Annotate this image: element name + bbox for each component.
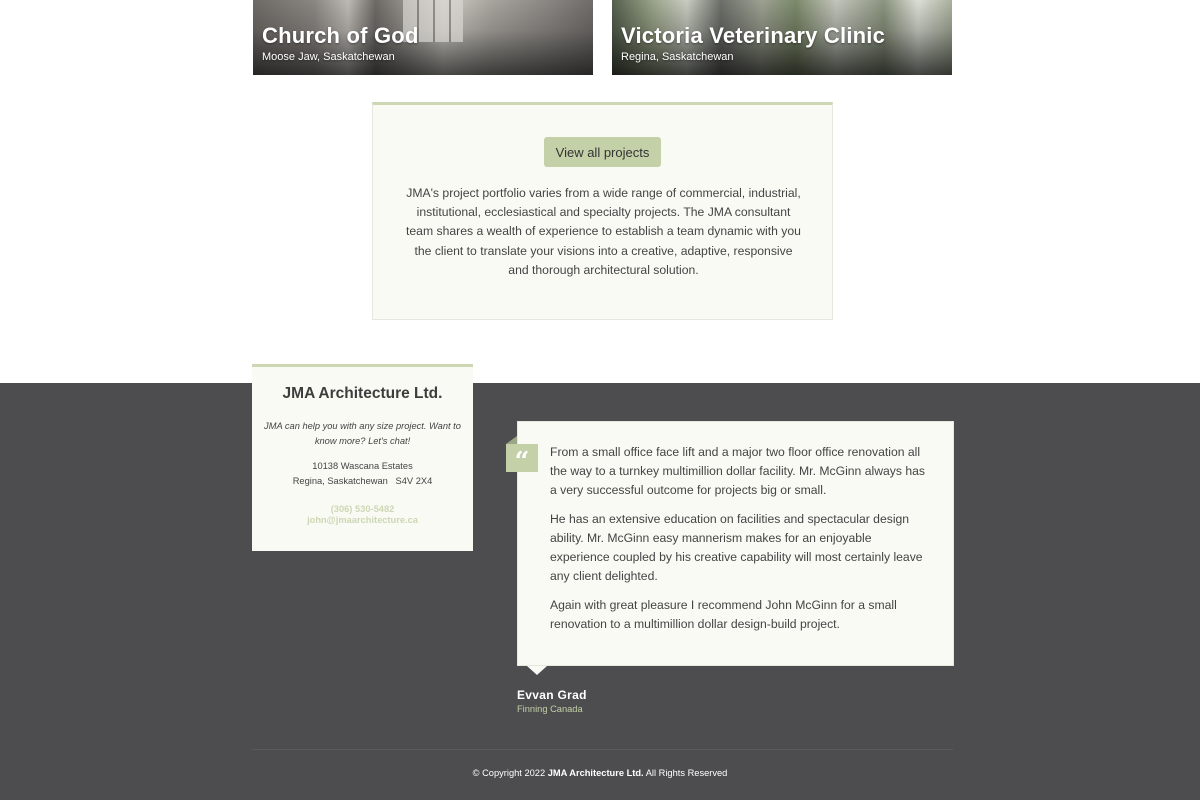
speech-bubble-tail: [527, 666, 547, 675]
testimonial-paragraph: From a small office face lift and a majo…: [550, 445, 926, 497]
copyright-suffix: All Rights Reserved: [645, 768, 728, 778]
project-title: Church of God: [262, 23, 419, 48]
email-link[interactable]: john@jmaarchitecture.ca: [252, 515, 473, 525]
testimonial-body: From a small office face lift and a majo…: [550, 443, 930, 634]
project-location: Regina, Saskatchewan: [621, 51, 734, 63]
portfolio-description: JMA's project portfolio varies from a wi…: [406, 186, 801, 277]
address-line-1: 10138 Wascana Estates: [312, 461, 413, 471]
quote-badge-fold: [506, 436, 517, 444]
copyright-company: JMA Architecture Ltd.: [547, 768, 644, 778]
address: 10138 Wascana Estates Regina, Saskatchew…: [252, 459, 473, 489]
testimonial-card: From a small office face lift and a majo…: [517, 421, 954, 666]
copyright: © Copyright 2022 JMA Architecture Ltd. A…: [0, 768, 1200, 778]
view-all-projects-button[interactable]: View all projects: [544, 137, 661, 167]
project-location: Moose Jaw, Saskatchewan: [262, 51, 395, 63]
contact-tagline: JMA can help you with any size project. …: [264, 421, 461, 446]
testimonial-paragraph: He has an extensive education on facilit…: [550, 512, 923, 583]
company-name: JMA Architecture Ltd.: [282, 385, 443, 402]
copyright-prefix: © Copyright 2022: [472, 768, 546, 778]
quote-icon: “: [506, 444, 538, 477]
testimonial-paragraph: Again with great pleasure I recommend Jo…: [550, 598, 897, 631]
project-card-church-of-god[interactable]: Church of God Moose Jaw, Saskatchewan: [253, 0, 593, 75]
testimonial-organization: Finning Canada: [517, 704, 583, 714]
project-title: Victoria Veterinary Clinic: [621, 23, 886, 48]
contact-card: JMA Architecture Ltd. JMA can help you w…: [252, 364, 473, 551]
project-card-victoria-veterinary-clinic[interactable]: Victoria Veterinary Clinic Regina, Saska…: [612, 0, 952, 75]
testimonial-author: Evvan Grad: [517, 688, 587, 702]
footer-divider: [252, 749, 953, 750]
portfolio-summary-box: View all projects JMA's project portfoli…: [372, 102, 833, 320]
address-line-2: Regina, Saskatchewan S4V 2X4: [292, 476, 433, 486]
phone-link[interactable]: (306) 530-5482: [252, 504, 473, 514]
